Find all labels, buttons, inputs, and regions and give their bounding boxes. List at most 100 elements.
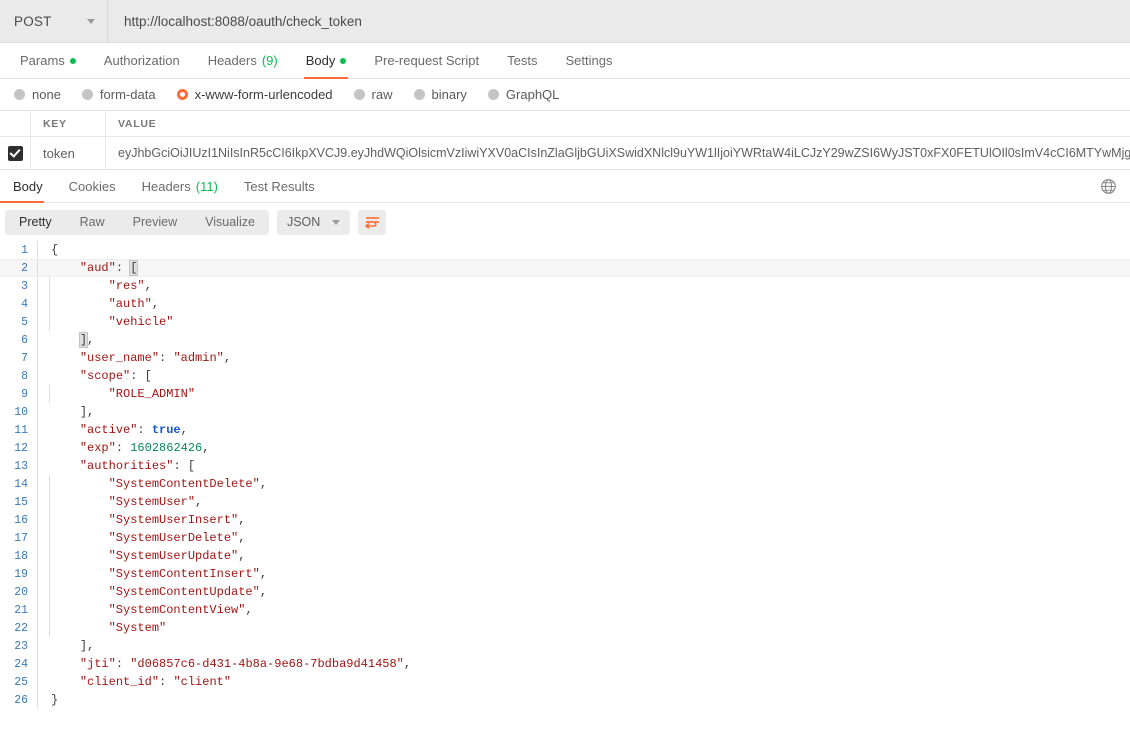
code-token: } [51, 693, 59, 707]
code-token: , [245, 603, 253, 617]
body-type-form-data[interactable]: form-data [78, 87, 166, 102]
line-number: 24 [14, 657, 28, 671]
code-line-content[interactable]: ], [37, 403, 1130, 421]
request-tab-body[interactable]: Body [292, 43, 361, 79]
code-line-content[interactable]: "auth", [37, 295, 1130, 313]
code-line-content[interactable]: "SystemUserInsert", [37, 511, 1130, 529]
code-token: "user_name" [79, 351, 160, 365]
row-key-input[interactable]: token [31, 137, 106, 169]
request-tab-label: Pre-request Script [374, 53, 480, 68]
code-token: "admin" [173, 351, 224, 365]
row-enabled-checkbox[interactable] [7, 145, 23, 161]
table-row[interactable]: token eyJhbGciOiJIUzI1NiIsInR5cCI6IkpXVC… [0, 137, 1130, 170]
body-type-binary[interactable]: binary [410, 87, 477, 102]
code-token: , [144, 279, 152, 293]
request-tab-settings[interactable]: Settings [551, 43, 626, 78]
request-tab-params[interactable]: Params [6, 43, 90, 78]
code-line-content[interactable]: "authorities": [ [37, 457, 1130, 475]
view-mode-visualize[interactable]: Visualize [191, 210, 269, 235]
code-token: , [403, 657, 412, 671]
code-line-content[interactable]: "SystemUserUpdate", [37, 547, 1130, 565]
code-line-content[interactable]: } [37, 691, 1130, 709]
response-tab-test-results[interactable]: Test Results [231, 170, 328, 202]
code-token: true [151, 423, 181, 437]
view-mode-raw[interactable]: Raw [66, 210, 119, 235]
response-format-select[interactable]: JSON [276, 209, 351, 235]
code-line-content[interactable]: "res", [37, 277, 1130, 295]
code-line-content[interactable]: "jti": "d06857c6-d431-4b8a-9e68-7bdba9d4… [37, 655, 1130, 673]
code-line-content[interactable]: "aud": [ [37, 260, 1130, 276]
code-line-content[interactable]: "active": true, [37, 421, 1130, 439]
code-line-content[interactable]: "System" [37, 619, 1130, 637]
code-line: 15 "SystemUser", [0, 493, 1130, 511]
code-line-content[interactable]: "SystemUser", [37, 493, 1130, 511]
body-type-none[interactable]: none [10, 87, 71, 102]
word-wrap-button[interactable] [358, 209, 387, 235]
line-number: 12 [14, 441, 28, 455]
radio-icon [487, 89, 499, 100]
code-token: "ROLE_ADMIN" [108, 387, 196, 401]
code-line-content[interactable]: "exp": 1602862426, [37, 439, 1130, 457]
http-method-select[interactable]: POST [0, 0, 108, 42]
line-number: 18 [14, 549, 28, 563]
response-view-toolbar: Pretty Raw Preview Visualize JSON [0, 203, 1130, 241]
view-mode-pretty[interactable]: Pretty [5, 210, 66, 235]
modified-dot-icon [340, 57, 347, 64]
request-tab-authorization[interactable]: Authorization [90, 43, 194, 78]
code-line-content[interactable]: "SystemContentUpdate", [37, 583, 1130, 601]
code-line-content[interactable]: "scope": [ [37, 367, 1130, 385]
radio-icon [413, 89, 425, 100]
code-token: 1602862426 [130, 441, 203, 455]
code-token: , [151, 297, 160, 311]
code-line-content[interactable]: "ROLE_ADMIN" [37, 385, 1130, 403]
row-value-input[interactable]: eyJhbGciOiJIUzI1NiIsInR5cCI6IkpXVCJ9.eyJ… [106, 137, 1130, 169]
code-token: : [ [130, 369, 152, 383]
body-type-label: raw [371, 87, 393, 102]
code-line: 17 "SystemUserDelete", [0, 529, 1130, 547]
code-line-content[interactable]: "user_name": "admin", [37, 349, 1130, 367]
code-line-content[interactable]: ], [37, 637, 1130, 655]
request-url-bar: POST http://localhost:8088/oauth/check_t… [0, 0, 1130, 43]
row-checkbox-cell[interactable] [0, 137, 31, 169]
code-line: 12 "exp": 1602862426, [0, 439, 1130, 457]
code-token: "client" [173, 675, 232, 689]
code-line-content[interactable]: { [37, 241, 1130, 259]
code-line-content[interactable]: "SystemContentInsert", [37, 565, 1130, 583]
code-line-content[interactable]: "SystemUserDelete", [37, 529, 1130, 547]
response-tab-cookies[interactable]: Cookies [56, 170, 129, 202]
code-token: "SystemUserInsert" [108, 513, 239, 527]
request-tab-pre-request-script[interactable]: Pre-request Script [360, 43, 493, 78]
code-line-content[interactable]: "SystemContentView", [37, 601, 1130, 619]
http-method-label: POST [14, 13, 52, 29]
header-check-cell [0, 111, 31, 136]
code-line: 16 "SystemUserInsert", [0, 511, 1130, 529]
response-body-json-viewer[interactable]: 1{2 "aud": [3 "res", 4 "auth", 5 "vehicle"… [0, 241, 1130, 709]
code-line: 2 "aud": [ [0, 259, 1130, 277]
code-line-content[interactable]: "SystemContentDelete", [37, 475, 1130, 493]
code-token: "SystemUserDelete" [108, 531, 239, 545]
line-number: 2 [21, 261, 28, 275]
code-token: "SystemContentInsert" [108, 567, 260, 581]
code-line-content[interactable]: ], [37, 331, 1130, 349]
request-url-input[interactable]: http://localhost:8088/oauth/check_token [108, 0, 1130, 42]
code-token: , [259, 477, 268, 491]
code-token: : [159, 675, 174, 689]
radio-icon [353, 89, 365, 100]
indent-guide [49, 385, 50, 403]
code-token: "System" [108, 621, 167, 635]
body-type-label: none [32, 87, 61, 102]
body-type-x-www-form-urlencoded[interactable]: x-www-form-urlencoded [173, 87, 343, 102]
code-line-content[interactable]: "client_id": "client" [37, 673, 1130, 691]
code-line: 8 "scope": [ [0, 367, 1130, 385]
code-token: "active" [79, 423, 138, 437]
request-tab-headers[interactable]: Headers (9) [194, 43, 292, 78]
response-tab-body[interactable]: Body [0, 170, 56, 203]
request-tab-label: Body [305, 53, 336, 68]
body-type-raw[interactable]: raw [350, 87, 403, 102]
response-tab-headers[interactable]: Headers (11) [129, 170, 231, 202]
body-type-graphql[interactable]: GraphQL [484, 87, 569, 102]
code-line-content[interactable]: "vehicle" [37, 313, 1130, 331]
view-mode-preview[interactable]: Preview [119, 210, 191, 235]
globe-icon[interactable] [1100, 178, 1117, 195]
request-tab-tests[interactable]: Tests [493, 43, 551, 78]
